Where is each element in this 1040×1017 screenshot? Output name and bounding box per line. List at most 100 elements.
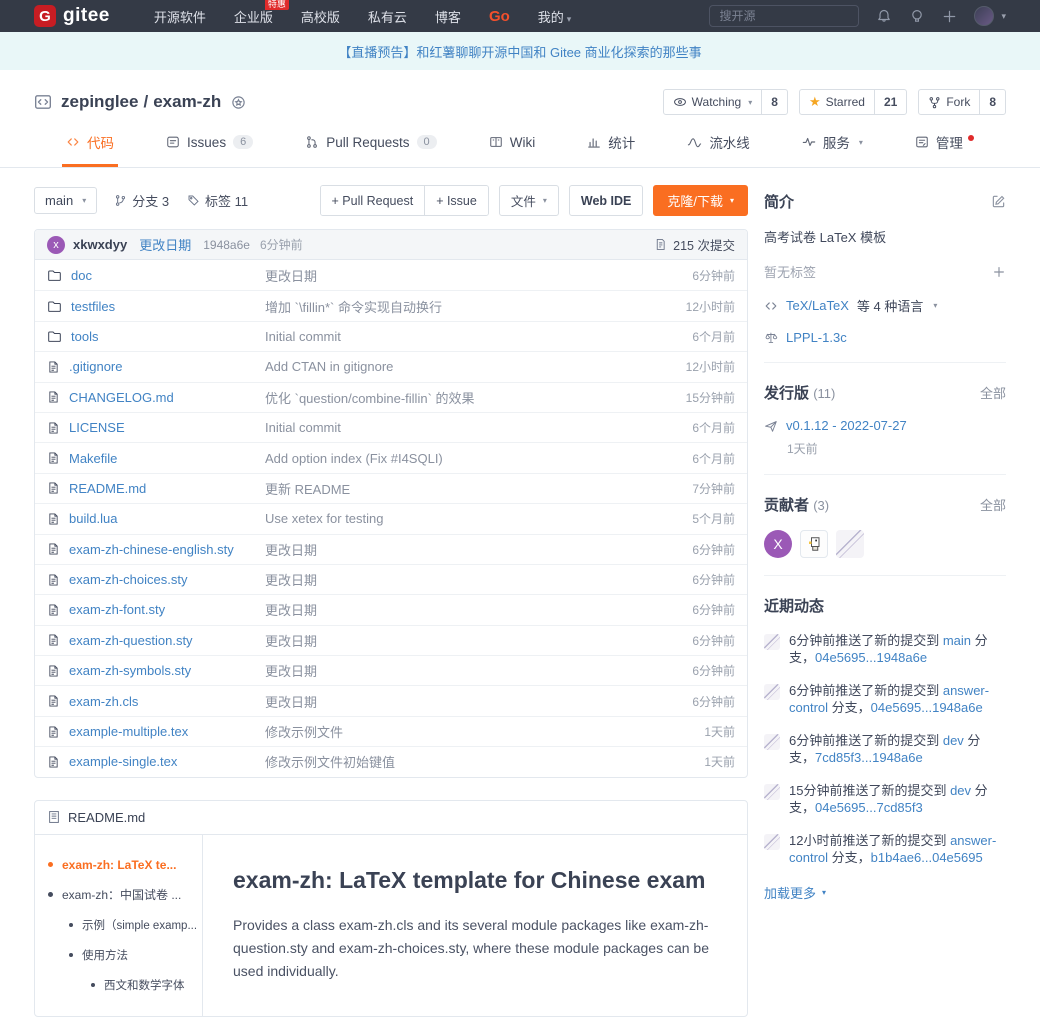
user-menu[interactable]: ▾ xyxy=(974,6,1006,26)
toc-item[interactable]: exam-zh: LaTeX te... xyxy=(48,858,196,872)
new-issue-button[interactable]: + Issue xyxy=(424,186,488,215)
star-count[interactable]: 21 xyxy=(874,90,906,114)
file-commit-message[interactable]: Initial commit xyxy=(265,329,680,344)
branches-link[interactable]: 分支 3 xyxy=(114,191,169,210)
star-button[interactable]: ★ Starred 21 xyxy=(799,89,907,115)
nav-item-开源软件[interactable]: 开源软件 xyxy=(154,7,206,26)
file-commit-message[interactable]: 更新 README xyxy=(265,479,680,498)
readme-filename[interactable]: README.md xyxy=(68,810,145,825)
language-link[interactable]: TeX/LaTeX xyxy=(786,298,849,313)
tab-service[interactable]: 服务▾ xyxy=(798,130,867,167)
file-name-link[interactable]: CHANGELOG.md xyxy=(47,390,265,405)
file-name-link[interactable]: README.md xyxy=(47,481,265,496)
watch-count[interactable]: 8 xyxy=(761,90,787,114)
file-name-link[interactable]: exam-zh-question.sty xyxy=(47,633,265,648)
file-commit-message[interactable]: 增加 `\fillin*` 命令实现自动换行 xyxy=(265,297,674,316)
activity-avatar[interactable] xyxy=(764,834,780,850)
activity-avatar[interactable] xyxy=(764,634,780,650)
nav-item-企业版[interactable]: 企业版特惠 xyxy=(234,7,273,26)
announcement-link[interactable]: 【直播预告】和红薯聊聊开源中国和 Gitee 商业化探索的那些事 xyxy=(338,42,701,61)
file-name-link[interactable]: build.lua xyxy=(47,511,265,526)
toc-item[interactable]: 示例（simple examp... xyxy=(69,917,196,933)
web-ide-button[interactable]: Web IDE xyxy=(569,185,643,216)
file-name-link[interactable]: Makefile xyxy=(47,451,265,466)
contributor-avatar[interactable] xyxy=(800,530,828,558)
activity-link[interactable]: b1b4ae6...04e5695 xyxy=(871,850,983,865)
watch-button[interactable]: Watching ▾ 8 xyxy=(663,89,788,115)
file-name-link[interactable]: testfiles xyxy=(47,299,265,314)
commit-message-link[interactable]: 更改日期 xyxy=(139,235,191,254)
release-version-link[interactable]: v0.1.12 - 2022-07-27 xyxy=(786,418,907,433)
nav-item-我的[interactable]: 我的▾ xyxy=(538,7,572,26)
toc-item[interactable]: exam-zh：中国试卷 ... xyxy=(48,886,196,903)
file-menu-button[interactable]: 文件 ▾ xyxy=(499,185,559,216)
branch-selector[interactable]: main ▾ xyxy=(34,187,97,214)
repo-owner[interactable]: zepinglee xyxy=(61,92,138,112)
commit-hash[interactable]: 1948a6e xyxy=(203,238,250,252)
activity-avatar[interactable] xyxy=(764,784,780,800)
file-commit-message[interactable]: 修改示例文件初始键值 xyxy=(265,752,692,771)
file-name-link[interactable]: exam-zh-symbols.sty xyxy=(47,663,265,678)
file-commit-message[interactable]: Initial commit xyxy=(265,420,680,435)
license-link[interactable]: LPPL-1.3c xyxy=(786,330,847,345)
activity-avatar[interactable] xyxy=(764,684,780,700)
file-commit-message[interactable]: 更改日期 xyxy=(265,540,680,559)
file-name-link[interactable]: exam-zh.cls xyxy=(47,694,265,709)
commit-author[interactable]: xkwxdyy xyxy=(73,237,127,252)
commits-total-link[interactable]: 215 次提交 xyxy=(654,235,735,254)
repo-name[interactable]: exam-zh xyxy=(153,92,221,112)
nav-item-高校版[interactable]: 高校版 xyxy=(301,7,340,26)
activity-link[interactable]: 04e5695...1948a6e xyxy=(815,650,927,665)
file-commit-message[interactable]: 更改日期 xyxy=(265,266,680,285)
file-name-link[interactable]: .gitignore xyxy=(47,359,265,374)
releases-all-link[interactable]: 全部 xyxy=(980,383,1006,402)
tab-stats[interactable]: 统计 xyxy=(583,130,639,167)
nav-item-私有云[interactable]: 私有云 xyxy=(368,7,407,26)
file-commit-message[interactable]: Add option index (Fix #I4SQLI) xyxy=(265,451,680,466)
activity-link[interactable]: dev xyxy=(950,783,971,798)
activity-link[interactable]: 04e5695...1948a6e xyxy=(871,700,983,715)
user-avatar[interactable] xyxy=(974,6,994,26)
file-name-link[interactable]: tools xyxy=(47,329,265,344)
fork-button[interactable]: Fork 8 xyxy=(918,89,1006,115)
tab-wiki[interactable]: Wiki xyxy=(485,130,540,167)
file-name-link[interactable]: example-multiple.tex xyxy=(47,724,265,739)
search-input[interactable] xyxy=(709,5,859,27)
contributor-avatar[interactable]: X xyxy=(764,530,792,558)
tab-pipeline[interactable]: 流水线 xyxy=(683,130,754,167)
file-commit-message[interactable]: 更改日期 xyxy=(265,661,680,680)
file-commit-message[interactable]: 更改日期 xyxy=(265,631,680,650)
clone-download-button[interactable]: 克隆/下载 ▾ xyxy=(653,185,748,216)
contributor-avatar[interactable] xyxy=(836,530,864,558)
file-name-link[interactable]: exam-zh-font.sty xyxy=(47,602,265,617)
file-commit-message[interactable]: Use xetex for testing xyxy=(265,511,680,526)
tab-code[interactable]: 代码 xyxy=(62,130,118,167)
tab-manage[interactable]: 管理 xyxy=(911,130,978,167)
tab-pulls[interactable]: Pull Requests0 xyxy=(301,130,440,167)
commit-author-avatar[interactable]: x xyxy=(47,236,65,254)
file-commit-message[interactable]: 更改日期 xyxy=(265,570,680,589)
file-name-link[interactable]: exam-zh-chinese-english.sty xyxy=(47,542,265,557)
bulb-icon[interactable] xyxy=(909,8,925,24)
nav-item-Go[interactable]: Go xyxy=(489,8,510,25)
plus-icon[interactable] xyxy=(942,9,957,24)
activity-link[interactable]: 04e5695...7cd85f3 xyxy=(815,800,923,815)
toc-item[interactable]: 使用方法 xyxy=(69,947,196,963)
contributors-all-link[interactable]: 全部 xyxy=(980,495,1006,514)
file-name-link[interactable]: LICENSE xyxy=(47,420,265,435)
file-name-link[interactable]: exam-zh-choices.sty xyxy=(47,572,265,587)
tags-link[interactable]: 标签 11 xyxy=(187,191,248,210)
activity-link[interactable]: 7cd85f3...1948a6e xyxy=(815,750,923,765)
chevron-down-icon[interactable]: ▾ xyxy=(933,301,937,310)
file-name-link[interactable]: doc xyxy=(47,268,265,283)
file-commit-message[interactable]: 修改示例文件 xyxy=(265,722,692,741)
activity-link[interactable]: dev xyxy=(943,733,964,748)
nav-item-博客[interactable]: 博客 xyxy=(435,7,461,26)
add-tag-button[interactable] xyxy=(992,265,1006,279)
edit-icon[interactable] xyxy=(991,194,1006,209)
load-more-button[interactable]: 加载更多 ▾ xyxy=(764,883,1006,902)
fork-count[interactable]: 8 xyxy=(979,90,1005,114)
new-pull-request-button[interactable]: + Pull Request xyxy=(321,186,425,215)
activity-link[interactable]: main xyxy=(943,633,971,648)
file-name-link[interactable]: example-single.tex xyxy=(47,754,265,769)
